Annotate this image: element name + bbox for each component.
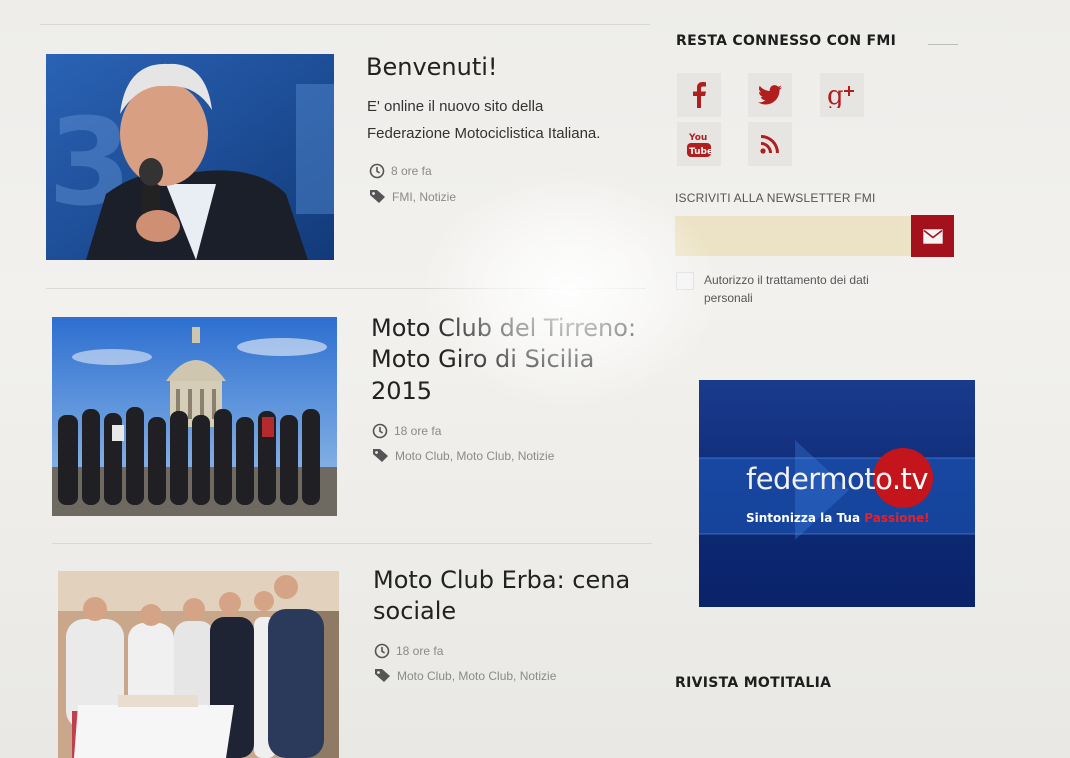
page: 3 Benvenuti! E' online il nuovo sito del… [0,0,1070,758]
google-plus-button[interactable]: g [820,73,864,117]
article-divider-2 [52,543,652,544]
article-1-time: 8 ore fa [369,163,432,179]
article-3-tags-text[interactable]: Moto Club, Moto Club, Notizie [397,669,556,683]
connect-heading: RESTA CONNESSO CON FMI [676,33,897,49]
article-2-image[interactable] [52,317,337,516]
facebook-button[interactable] [677,73,721,117]
envelope-icon [922,228,943,244]
svg-text:You: You [688,133,707,143]
article-3-image[interactable] [58,571,339,758]
portrait-photo: 3 [46,54,334,260]
facebook-icon [693,82,706,108]
connect-heading-rule [928,44,958,45]
clock-icon [369,163,385,179]
article-2-title-line1[interactable]: Moto Club del Tirreno: [371,313,636,344]
article-1-excerpt-line2: Federazione Motociclistica Italiana. [367,125,601,142]
newsletter-label: ISCRIVITI ALLA NEWSLETTER FMI [675,191,876,205]
privacy-consent-label: Autorizzo il trattamento dei dati person… [704,273,869,305]
article-divider-1 [46,288,646,289]
article-2-time: 18 ore fa [372,423,441,439]
article-2-title-line3[interactable]: 2015 [371,376,432,407]
magazine-heading: RIVISTA MOTITALIA [675,675,832,691]
article-3-time: 18 ore fa [374,643,443,659]
clock-icon [372,423,388,439]
article-1-tags-text[interactable]: FMI, Notizie [392,190,456,204]
tv-tagline-white: Sintonizza la Tua [746,511,865,525]
article-2-tags-text[interactable]: Moto Club, Moto Club, Notizie [395,449,554,463]
tag-icon [373,449,388,462]
article-2-tags: Moto Club, Moto Club, Notizie [372,448,554,463]
article-1-tags: FMI, Notizie [369,189,456,204]
tag-icon [370,190,385,203]
svg-text:g: g [827,82,844,108]
article-1-image[interactable]: 3 [46,54,334,260]
tv-brand-suffix: .tv [891,462,929,496]
article-1-excerpt-line1: E' online il nuovo sito della [367,98,544,115]
twitter-icon [758,85,782,105]
google-plus-icon: g [827,82,854,108]
svg-text:Tube: Tube [689,147,712,157]
group-photo-dinner [58,571,339,758]
tv-brand: federmoto.tv [746,462,929,496]
group-photo-cathedral [52,317,337,516]
privacy-consent-checkbox[interactable] [676,272,694,290]
newsletter-email-input[interactable] [675,216,911,256]
article-3-title-line1[interactable]: Moto Club Erba: cena [373,565,630,596]
article-3-title-line2[interactable]: sociale [373,596,456,627]
article-2-title-line2[interactable]: Moto Giro di Sicilia [371,344,594,375]
clock-icon [374,643,390,659]
top-divider [40,24,650,25]
article-3-tags: Moto Club, Moto Club, Notizie [374,668,556,683]
rss-icon [760,135,779,154]
newsletter-submit-button[interactable] [911,215,954,257]
tv-tagline-red: Passione! [864,511,930,525]
youtube-button[interactable]: You Tube [677,122,721,166]
article-3-time-text: 18 ore fa [396,644,444,658]
article-2-time-text: 18 ore fa [394,424,442,438]
rss-button[interactable] [748,122,792,166]
tv-brand-main: federmoto [746,462,892,496]
tv-tagline: Sintonizza la Tua Passione! [746,511,930,525]
article-1-title[interactable]: Benvenuti! [366,52,498,83]
federmoto-tv-banner[interactable]: federmoto.tv Sintonizza la Tua Passione! [699,380,975,607]
youtube-icon: You Tube [687,133,712,157]
tag-icon [375,669,390,682]
twitter-button[interactable] [748,73,792,117]
article-1-time-text: 8 ore fa [391,164,432,178]
